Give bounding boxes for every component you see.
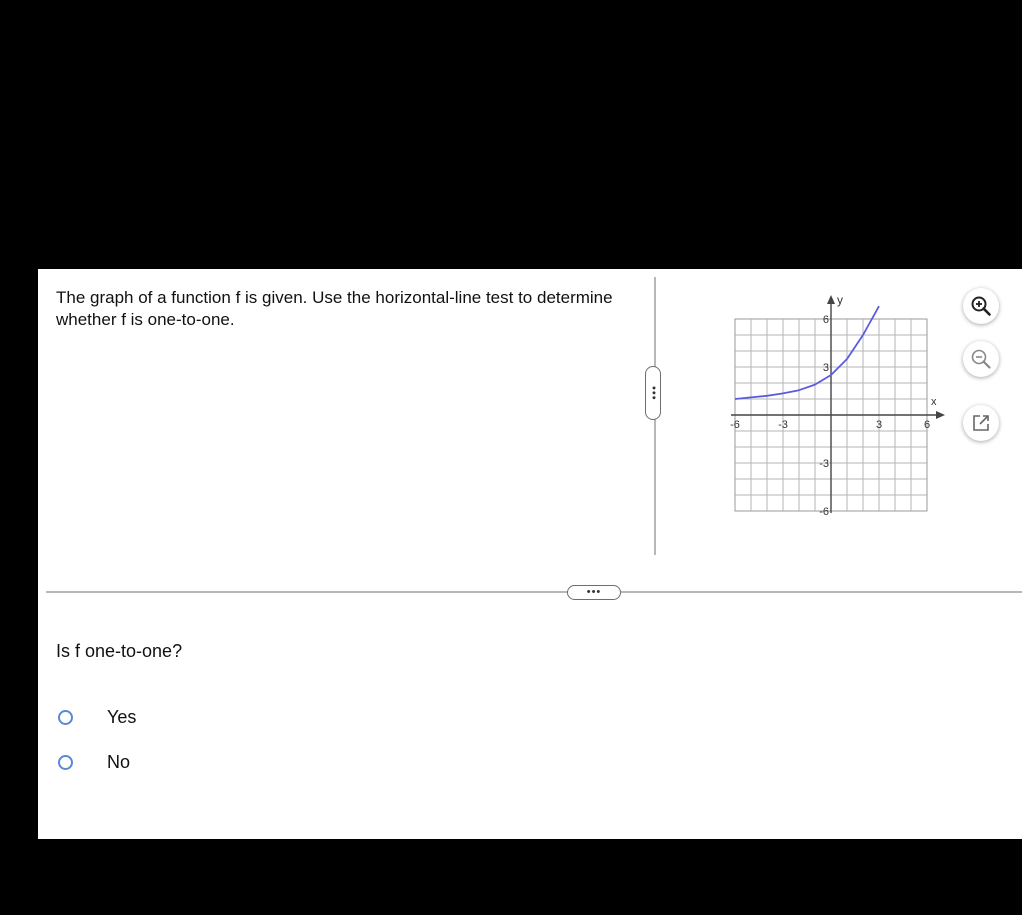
x-tick-label: -6	[730, 419, 740, 431]
question-text: The graph of a function f is given. Use …	[56, 288, 613, 329]
y-axis-arrow	[827, 295, 835, 304]
radio-button[interactable]	[58, 709, 73, 725]
question-prompt: Is f one-to-one?	[56, 641, 183, 661]
open-new-window-button[interactable]	[963, 405, 999, 441]
option-no[interactable]: No	[58, 749, 130, 775]
vertical-resize-handle[interactable]: •••	[645, 366, 661, 420]
open-new-window-icon	[973, 415, 989, 431]
y-tick-label: -6	[819, 506, 829, 518]
handle-dots: •••	[586, 586, 602, 598]
option-label: No	[107, 751, 131, 772]
x-axis-arrow	[936, 411, 945, 419]
question-panel: The graph of a function f is given. Use …	[38, 269, 1022, 839]
zoom-in-icon	[971, 296, 991, 316]
x-tick-label: 6	[924, 419, 930, 431]
handle-dots: •••	[647, 385, 660, 401]
x-tick-label: 3	[876, 419, 882, 431]
y-tick-label: 6	[823, 314, 829, 326]
x-axis-label: x	[931, 396, 937, 408]
y-axis-label: y	[837, 293, 843, 307]
zoom-out-button[interactable]	[963, 341, 999, 377]
zoom-out-icon	[971, 349, 991, 369]
x-tick-label: -3	[778, 419, 788, 431]
y-tick-label: -3	[819, 458, 829, 470]
horizontal-divider	[46, 591, 1022, 593]
option-label: Yes	[107, 706, 137, 727]
function-graph: y x -6 -3 3 6 6 3 -3 -6	[730, 293, 945, 518]
zoom-in-button[interactable]	[963, 288, 999, 324]
option-yes[interactable]: Yes	[58, 704, 136, 730]
radio-button[interactable]	[58, 754, 73, 770]
y-tick-label: 3	[823, 362, 829, 374]
horizontal-resize-handle[interactable]: •••	[567, 585, 621, 600]
